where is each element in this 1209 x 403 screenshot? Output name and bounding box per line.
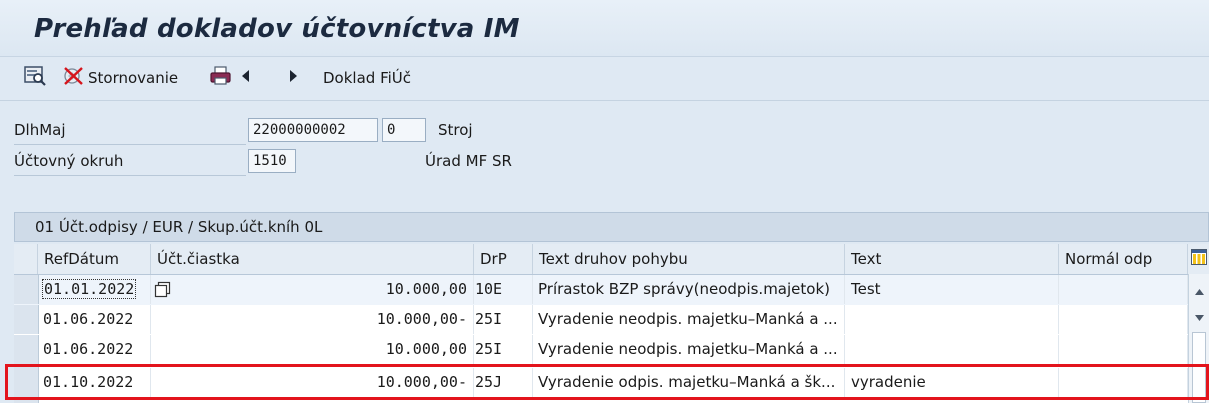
column-header-refdatum[interactable]: RefDátum bbox=[38, 244, 151, 274]
cell-drp: 25I bbox=[474, 335, 533, 364]
print-icon bbox=[209, 65, 233, 91]
company-code-field[interactable]: 1510 bbox=[248, 149, 296, 173]
select-all-cell[interactable] bbox=[14, 244, 38, 274]
cell-normal-odp bbox=[1059, 275, 1188, 304]
cell-normal-odp bbox=[1059, 368, 1188, 397]
cell-text bbox=[845, 305, 1059, 334]
cell-amount: 10.000,00- bbox=[151, 305, 474, 334]
cell-movement-text: Vyradenie odpis. majetku–Manká a šk... bbox=[533, 368, 845, 397]
table-row[interactable]: 01.06.2022 10.000,00 25I Vyradenie neodp… bbox=[14, 335, 1209, 366]
previous-button[interactable] bbox=[239, 58, 253, 98]
cell-refdatum-value: 01.01.2022 bbox=[42, 279, 137, 299]
panel-title: 01 Účt.odpisy / EUR / Skup.účt.kníh 0L bbox=[35, 218, 323, 236]
asset-main-number-field[interactable]: 22000000002 bbox=[248, 118, 378, 142]
doklad-fiuc-label: Doklad FiÚč bbox=[323, 69, 411, 87]
company-label-underline bbox=[14, 175, 246, 176]
cell-normal-odp bbox=[1059, 335, 1188, 364]
table-row[interactable]: 01.10.2022 10.000,00- 25J Vyradenie odpi… bbox=[14, 365, 1209, 403]
vertical-scrollbar[interactable] bbox=[1188, 274, 1209, 403]
storno-button[interactable]: Stornovanie bbox=[62, 58, 178, 98]
cell-drp: 10E bbox=[474, 275, 533, 304]
cell-text: vyradenie bbox=[845, 368, 1059, 397]
column-layout-icon bbox=[1190, 249, 1207, 269]
doklad-fiuc-button[interactable]: Doklad FiÚč bbox=[323, 58, 411, 98]
row-selector[interactable] bbox=[14, 305, 39, 334]
cell-movement-text: Vyradenie neodpis. majetku–Manká a ... bbox=[533, 335, 845, 364]
row-selector[interactable] bbox=[14, 365, 39, 403]
page-title: Prehľad dokladov účtovníctva IM bbox=[34, 14, 520, 44]
column-layout-button[interactable] bbox=[1188, 244, 1209, 274]
cell-normal-odp bbox=[1059, 305, 1188, 334]
cell-movement-text: Prírastok BZP správy(neodpis.majetok) bbox=[533, 275, 845, 304]
toolbar-divider bbox=[0, 100, 1209, 101]
toolbar: Stornovanie Doklad FiÚč bbox=[0, 58, 1209, 98]
display-button[interactable] bbox=[24, 58, 46, 98]
company-description: Úrad MF SR bbox=[425, 152, 512, 170]
cell-text bbox=[845, 335, 1059, 364]
cell-text: Test bbox=[845, 275, 1059, 304]
cell-amount: 10.000,00 bbox=[151, 275, 474, 304]
arrow-right-icon bbox=[286, 68, 300, 88]
company-code-label: Účtovný okruh bbox=[14, 152, 124, 170]
storno-icon bbox=[62, 65, 86, 91]
next-button[interactable] bbox=[286, 58, 300, 98]
cell-drp: 25I bbox=[474, 305, 533, 334]
row-selector[interactable] bbox=[14, 335, 39, 364]
title-bar: Prehľad dokladov účtovníctva IM bbox=[0, 0, 1209, 57]
panel-header: 01 Účt.odpisy / EUR / Skup.účt.kníh 0L bbox=[14, 212, 1209, 242]
scroll-down-icon[interactable] bbox=[1194, 308, 1205, 326]
asset-label: DlhMaj bbox=[14, 121, 66, 139]
cell-amount: 10.000,00- bbox=[151, 368, 474, 397]
cell-refdatum[interactable]: 01.01.2022 bbox=[38, 275, 151, 304]
asset-description: Stroj bbox=[438, 121, 473, 139]
table-header: RefDátum Účt.čiastka DrP Text druhov poh… bbox=[14, 244, 1209, 275]
asset-label-underline bbox=[14, 144, 246, 145]
column-header-text[interactable]: Text bbox=[845, 244, 1059, 274]
column-header-normal-odp[interactable]: Normál odp bbox=[1059, 244, 1188, 274]
cell-refdatum: 01.06.2022 bbox=[38, 335, 151, 364]
asset-sub-number-field[interactable]: 0 bbox=[382, 118, 426, 142]
table-row[interactable]: 01.01.2022 10.000,00 10E Prírastok BZP s… bbox=[14, 275, 1209, 306]
table-row[interactable]: 01.06.2022 10.000,00- 25I Vyradenie neod… bbox=[14, 305, 1209, 336]
arrow-left-icon bbox=[239, 68, 253, 88]
cell-movement-text: Vyradenie neodpis. majetku–Manká a ... bbox=[533, 305, 845, 334]
print-button[interactable] bbox=[209, 58, 233, 98]
cell-amount: 10.000,00 bbox=[151, 335, 474, 364]
column-header-movement-text[interactable]: Text druhov pohybu bbox=[533, 244, 845, 274]
cell-refdatum: 01.10.2022 bbox=[38, 368, 151, 397]
document-table: RefDátum Účt.čiastka DrP Text druhov poh… bbox=[14, 244, 1209, 403]
column-header-amount[interactable]: Účt.čiastka bbox=[151, 244, 474, 274]
scroll-up-icon[interactable] bbox=[1194, 282, 1205, 300]
storno-label: Stornovanie bbox=[88, 69, 179, 87]
row-selector[interactable] bbox=[14, 275, 39, 304]
display-icon bbox=[24, 65, 46, 91]
column-header-drp[interactable]: DrP bbox=[474, 244, 533, 274]
cell-drp: 25J bbox=[474, 368, 533, 397]
scroll-thumb[interactable] bbox=[1192, 332, 1206, 403]
cell-refdatum: 01.06.2022 bbox=[38, 305, 151, 334]
